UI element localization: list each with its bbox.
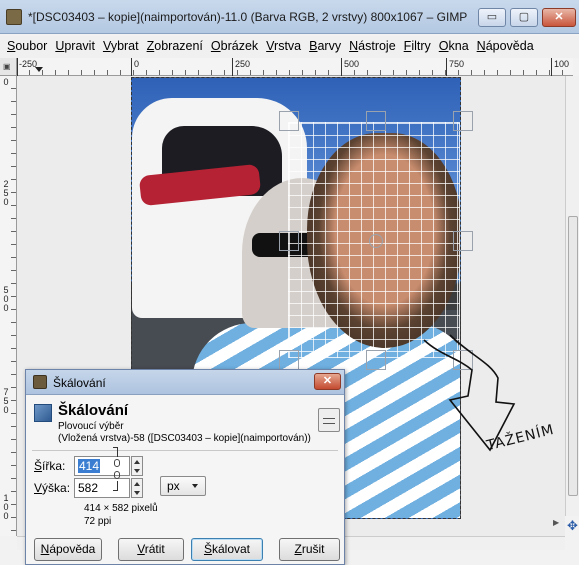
menu-barvy[interactable]: Barvy bbox=[306, 36, 346, 58]
width-spinner[interactable] bbox=[131, 456, 143, 476]
ruler-tick-label: 500 bbox=[344, 59, 360, 69]
unit-value: px bbox=[167, 479, 180, 493]
menu-obrazek[interactable]: Obrázek bbox=[208, 36, 263, 58]
maximize-icon: ▢ bbox=[518, 11, 530, 23]
height-value: 582 bbox=[78, 481, 99, 495]
dialog-buttons: Nápověda Vrátit Škálovat Zrušit bbox=[34, 538, 340, 562]
ruler-major-tick bbox=[551, 58, 552, 76]
menu-vybrat[interactable]: Vybrat bbox=[100, 36, 144, 58]
dialog-layer-detail: (Vložená vrstva)-58 ([DSC03403 – kopie](… bbox=[58, 433, 311, 444]
quick-mask-icon: ▣ bbox=[3, 62, 11, 71]
width-value: 414 bbox=[78, 459, 101, 473]
ruler-major-tick bbox=[232, 58, 233, 76]
reset-button[interactable]: Vrátit bbox=[118, 538, 184, 561]
menu-soubor[interactable]: Soubor bbox=[4, 36, 52, 58]
chain-bracket-bottom bbox=[113, 481, 118, 491]
horizontal-ruler[interactable]: -250 0 250 500 750 100 bbox=[17, 58, 573, 76]
menu-nastroje[interactable]: Nástroje bbox=[346, 36, 401, 58]
chain-link-lower bbox=[114, 471, 120, 479]
scale-handle-left[interactable] bbox=[279, 231, 299, 251]
scale-handle-top-left[interactable] bbox=[279, 111, 299, 131]
ruler-tick-label: 0 bbox=[3, 77, 9, 87]
ruler-tick-label: 250 bbox=[235, 59, 251, 69]
resolution-info: 72 ppi bbox=[84, 516, 112, 527]
scale-handle-bottom[interactable] bbox=[366, 350, 386, 370]
ruler-major-tick bbox=[17, 58, 18, 76]
window-title: *[DSC03403 – kopie](naimportován)-11.0 (… bbox=[28, 10, 468, 24]
dialog-window-title: Škálování bbox=[53, 376, 106, 390]
scrollbar-thumb[interactable] bbox=[568, 216, 578, 496]
dialog-header: Škálování Plovoucí výběr (Vložená vrstva… bbox=[34, 400, 340, 446]
vertical-scrollbar[interactable] bbox=[565, 76, 579, 516]
minimize-button[interactable]: ▭ bbox=[478, 8, 506, 27]
scroll-right-icon[interactable]: ▶ bbox=[553, 518, 559, 527]
layer-preview-icon bbox=[318, 408, 340, 432]
menu-upravit[interactable]: Upravit bbox=[52, 36, 100, 58]
menu-napoveda[interactable]: Nápověda bbox=[474, 36, 539, 58]
gimp-icon bbox=[33, 375, 47, 389]
scale-handle-bottom-right[interactable] bbox=[453, 350, 473, 370]
chain-link-upper bbox=[114, 459, 120, 467]
minimize-icon: ▭ bbox=[486, 11, 498, 23]
ruler-tick-label: 100 bbox=[554, 59, 570, 69]
scale-handle-right[interactable] bbox=[453, 231, 473, 251]
menu-zobrazeni[interactable]: Zobrazení bbox=[144, 36, 208, 58]
ruler-tick-label: 0 bbox=[134, 59, 140, 69]
window-titlebar: *[DSC03403 – kopie](naimportován)-11.0 (… bbox=[0, 0, 579, 34]
dialog-heading: Škálování bbox=[58, 402, 129, 419]
scale-button[interactable]: Škálovat bbox=[191, 538, 263, 561]
ruler-major-tick bbox=[341, 58, 342, 76]
height-label: Výška: bbox=[34, 481, 71, 495]
ruler-major-tick bbox=[131, 58, 132, 76]
scale-handle-top[interactable] bbox=[366, 111, 386, 131]
chain-bracket-top bbox=[113, 447, 118, 457]
height-spinner[interactable] bbox=[131, 478, 143, 498]
scale-handle-top-right[interactable] bbox=[453, 111, 473, 131]
scale-tool-icon bbox=[34, 404, 52, 422]
ruler-tick-label: 7 5 0 bbox=[3, 387, 9, 415]
ruler-tick-label: 2 5 0 bbox=[3, 179, 9, 207]
menu-vrstva[interactable]: Vrstva bbox=[263, 36, 306, 58]
navigate-icon[interactable]: ✥ bbox=[567, 518, 578, 534]
help-button[interactable]: Nápověda bbox=[34, 538, 102, 561]
chevron-down-icon bbox=[192, 484, 198, 488]
scale-dialog: Škálování ✕ Škálování Plovoucí výběr (Vl… bbox=[25, 369, 345, 565]
ruler-dropdown-icon[interactable] bbox=[35, 67, 43, 72]
menu-okna[interactable]: Okna bbox=[436, 36, 474, 58]
close-icon: ✕ bbox=[554, 11, 564, 23]
close-window-button[interactable]: ✕ bbox=[542, 8, 576, 27]
dialog-titlebar[interactable]: Škálování ✕ bbox=[26, 370, 344, 395]
vertical-ruler[interactable]: 0 2 5 0 5 0 0 7 5 0 1 0 0 bbox=[0, 76, 17, 536]
ruler-tick-label: 1 0 0 bbox=[3, 493, 9, 521]
dialog-subtitle: Plovoucí výběr bbox=[58, 421, 124, 432]
gimp-icon bbox=[6, 9, 22, 25]
maximize-button[interactable]: ▢ bbox=[510, 8, 538, 27]
ruler-major-tick bbox=[446, 58, 447, 76]
scale-handle-bottom-left[interactable] bbox=[279, 350, 299, 370]
chain-link-icon[interactable] bbox=[113, 447, 123, 491]
unit-select[interactable]: px bbox=[160, 476, 206, 496]
dialog-separator bbox=[32, 450, 338, 451]
dialog-close-button[interactable]: ✕ bbox=[314, 373, 341, 390]
width-label: Šířka: bbox=[34, 459, 66, 473]
ruler-tick-label: 750 bbox=[449, 59, 465, 69]
ruler-tick-label: 5 0 0 bbox=[3, 285, 9, 313]
menu-filtry[interactable]: Filtry bbox=[401, 36, 436, 58]
ruler-corner-button[interactable]: ▣ bbox=[0, 58, 17, 76]
scale-handle-center[interactable] bbox=[369, 234, 383, 248]
menu-bar: Soubor Upravit Vybrat Zobrazení Obrázek … bbox=[0, 36, 579, 58]
cancel-button[interactable]: Zrušit bbox=[279, 538, 340, 561]
size-info: 414 × 582 pixelů bbox=[84, 503, 158, 514]
